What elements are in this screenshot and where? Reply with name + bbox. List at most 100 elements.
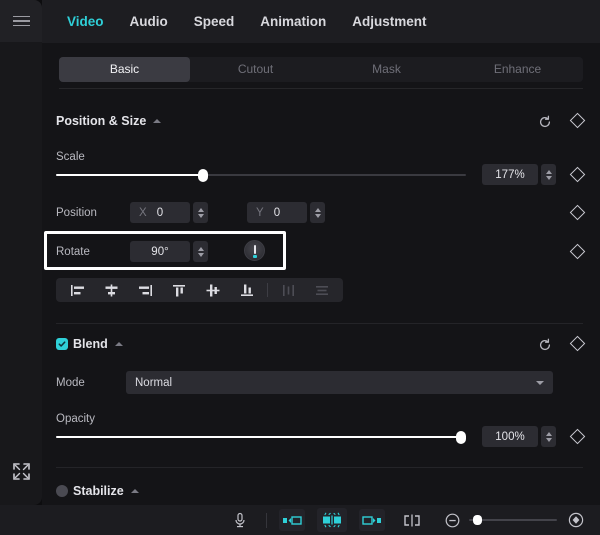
- chevron-up-icon: [153, 119, 162, 123]
- reset-icon: [539, 338, 551, 351]
- opacity-slider-thumb[interactable]: [456, 431, 466, 444]
- opacity-keyframe-button[interactable]: [569, 428, 586, 445]
- chevron-up-icon: [114, 342, 123, 346]
- section-stabilize-title: Stabilize: [73, 484, 124, 498]
- properties-panel: Video Audio Speed Animation Adjustment B…: [42, 0, 600, 505]
- tab-speed[interactable]: Speed: [181, 0, 248, 43]
- section-divider-2: [56, 467, 583, 468]
- subtab-basic[interactable]: Basic: [59, 57, 190, 82]
- stabilize-checkbox[interactable]: [56, 485, 68, 497]
- blend-mode-label: Mode: [56, 377, 85, 389]
- section-blend-title: Blend: [73, 337, 108, 351]
- toolbar-separator-1: [266, 512, 267, 528]
- subtab-mask[interactable]: Mask: [321, 57, 452, 82]
- blend-mode-dropdown[interactable]: Normal: [126, 371, 553, 394]
- blend-keyframe-button[interactable]: [569, 335, 586, 352]
- blend-checkbox[interactable]: [56, 338, 68, 350]
- zoom-out-icon: [445, 513, 459, 527]
- hamburger-menu-icon: [12, 15, 30, 27]
- tab-audio[interactable]: Audio: [117, 0, 181, 43]
- auto-cut-icon: [323, 512, 341, 528]
- opacity-label: Opacity: [56, 413, 95, 425]
- zoom-slider-thumb[interactable]: [473, 515, 482, 525]
- distribute-vertical-icon: [315, 285, 328, 295]
- distribute-vertical-button[interactable]: [305, 278, 339, 302]
- zoom-out-button[interactable]: [441, 505, 463, 535]
- position-y-field[interactable]: Y 0: [247, 202, 307, 223]
- position-y-stepper[interactable]: [310, 202, 325, 223]
- position-x-field[interactable]: X 0: [130, 202, 190, 223]
- scale-stepper[interactable]: [541, 164, 556, 185]
- scale-slider-thumb[interactable]: [198, 169, 208, 182]
- section-stabilize-header[interactable]: Stabilize: [56, 484, 139, 498]
- rotate-dial[interactable]: [244, 240, 265, 261]
- split-clip-icon: [404, 514, 420, 526]
- position-y-axis-label: Y: [256, 206, 264, 219]
- position-keyframe-button[interactable]: [569, 204, 586, 221]
- position-x-stepper[interactable]: [193, 202, 208, 223]
- expand-fullscreen-icon: [13, 463, 30, 480]
- zoom-slider[interactable]: [469, 515, 557, 525]
- align-left-icon: [70, 284, 84, 296]
- menu-button[interactable]: [0, 0, 42, 42]
- rotate-dial-indicator-icon: [252, 255, 257, 258]
- align-center-horizontal-button[interactable]: [94, 278, 128, 302]
- scale-keyframe-button[interactable]: [569, 166, 586, 183]
- distribute-horizontal-button[interactable]: [271, 278, 305, 302]
- video-subtab-bar: Basic Cutout Mask Enhance: [59, 57, 583, 82]
- chevron-down-icon: [536, 380, 544, 385]
- align-left-button[interactable]: [60, 278, 94, 302]
- trim-end-button[interactable]: [359, 509, 385, 531]
- opacity-value-field[interactable]: 100%: [482, 426, 538, 447]
- trim-end-icon: [362, 515, 381, 525]
- opacity-slider-fill: [56, 436, 462, 438]
- alignment-toolbar: [56, 278, 343, 302]
- align-top-icon: [172, 284, 185, 296]
- align-bottom-button[interactable]: [230, 278, 264, 302]
- trim-start-button[interactable]: [279, 509, 305, 531]
- rotate-stepper[interactable]: [193, 241, 208, 262]
- position-size-keyframe-button[interactable]: [569, 112, 586, 129]
- opacity-value: 100%: [495, 430, 525, 443]
- section-position-size-header[interactable]: Position & Size: [56, 114, 162, 128]
- tab-video[interactable]: Video: [54, 0, 117, 43]
- zoom-to-fit-icon: [568, 512, 584, 528]
- expand-fullscreen-button[interactable]: [12, 462, 31, 481]
- subtab-divider: [59, 88, 583, 89]
- scale-value: 177%: [495, 168, 525, 181]
- chevron-up-icon: [130, 489, 139, 493]
- property-tab-bar: Video Audio Speed Animation Adjustment: [42, 0, 600, 43]
- subtab-enhance[interactable]: Enhance: [452, 57, 583, 82]
- distribute-horizontal-icon: [282, 284, 294, 296]
- align-center-vertical-button[interactable]: [196, 278, 230, 302]
- blend-reset-button[interactable]: [538, 338, 552, 352]
- rotate-label: Rotate: [56, 246, 90, 258]
- subtab-cutout[interactable]: Cutout: [190, 57, 321, 82]
- position-size-reset-button[interactable]: [538, 115, 552, 129]
- reset-icon: [539, 115, 551, 128]
- auto-cut-button[interactable]: [317, 508, 347, 532]
- rotate-value-field[interactable]: 90°: [130, 241, 190, 262]
- align-top-button[interactable]: [162, 278, 196, 302]
- tab-animation[interactable]: Animation: [247, 0, 339, 43]
- rotate-value: 90°: [151, 245, 169, 258]
- position-x-axis-label: X: [139, 206, 147, 219]
- microphone-button[interactable]: [226, 505, 254, 535]
- section-position-size-title: Position & Size: [56, 114, 147, 128]
- align-right-button[interactable]: [128, 278, 162, 302]
- section-blend-header[interactable]: Blend: [56, 337, 123, 351]
- align-center-horizontal-icon: [105, 284, 117, 296]
- section-divider-1: [56, 323, 583, 324]
- bottom-toolbar: [0, 505, 600, 535]
- zoom-to-fit-button[interactable]: [565, 505, 587, 535]
- tab-adjustment[interactable]: Adjustment: [339, 0, 439, 43]
- split-clip-button[interactable]: [399, 505, 425, 535]
- video-editor-properties-panel: Video Audio Speed Animation Adjustment B…: [0, 0, 600, 535]
- align-bottom-icon: [240, 284, 253, 296]
- align-right-icon: [138, 284, 152, 296]
- rotate-keyframe-button[interactable]: [569, 243, 586, 260]
- blend-mode-value: Normal: [135, 376, 173, 389]
- opacity-stepper[interactable]: [541, 426, 556, 447]
- alignment-separator: [267, 283, 268, 297]
- scale-value-field[interactable]: 177%: [482, 164, 538, 185]
